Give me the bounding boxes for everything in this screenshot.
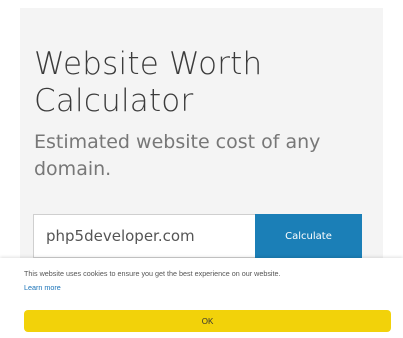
page: Website Worth Calculator Estimated websi… [0,0,403,338]
cookie-banner: This website uses cookies to ensure you … [0,258,403,338]
cookie-message: This website uses cookies to ensure you … [24,269,281,278]
page-subtitle: Estimated website cost of any domain. [34,131,321,180]
cookie-ok-button[interactable]: OK [24,310,391,332]
calculate-button[interactable]: Calculate [255,214,362,259]
domain-input[interactable] [33,214,255,258]
page-title: Website Worth Calculator [34,46,263,119]
learn-more-link[interactable]: Learn more [24,283,61,292]
